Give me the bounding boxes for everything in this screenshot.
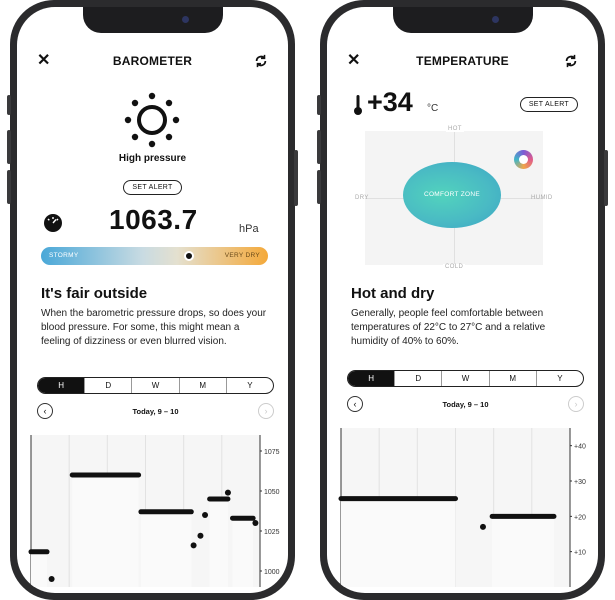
tab-year[interactable]: Y [535, 371, 583, 386]
sync-icon[interactable] [254, 54, 268, 68]
y-tick-label: 1050 [264, 489, 280, 496]
data-point [197, 532, 204, 539]
y-tick-label: +10 [574, 550, 586, 557]
set-alert-button[interactable]: SET ALERT [519, 97, 578, 112]
volume-down-button [317, 170, 321, 204]
gauge-icon [44, 214, 62, 232]
barometer-top-bar: ✕ BAROMETER [37, 51, 268, 71]
barometer-screen: ✕ BAROMETER High pressure SET ALERT 1063… [17, 7, 288, 593]
range-tabs: H D W M Y [37, 377, 274, 394]
current-position-marker [514, 150, 533, 169]
y-tick-label: 1000 [264, 569, 280, 576]
segment-fill [31, 551, 48, 587]
prev-arrow-icon[interactable]: ‹ [37, 403, 53, 419]
volume-up-button [7, 130, 11, 164]
data-point [48, 576, 55, 582]
prev-arrow-icon[interactable]: ‹ [347, 396, 363, 412]
sync-icon[interactable] [564, 54, 578, 68]
segment-fill [492, 516, 554, 587]
power-button [604, 150, 608, 206]
pressure-chart: 1075 1050 1025 1000 [28, 435, 280, 587]
data-point [224, 489, 231, 496]
segment-fill [72, 475, 139, 587]
y-tick-label: +20 [574, 514, 586, 521]
matrix-humid-label: HUMID [531, 195, 553, 201]
condition-label: High pressure [118, 153, 187, 164]
phone-temperature: ✕ TEMPERATURE +34 °C SET ALERT HOT COLD … [317, 0, 608, 600]
segment-fill [232, 518, 254, 587]
y-tick-label: +30 [574, 479, 586, 486]
next-arrow-icon[interactable]: › [568, 396, 584, 412]
data-point [202, 512, 209, 518]
range-tabs: H D W M Y [347, 370, 584, 387]
sun-icon [124, 92, 180, 148]
front-camera [181, 16, 189, 23]
temperature-chart: +40 +30 +20 +10 [338, 428, 586, 587]
y-tick-label: 1075 [264, 449, 280, 456]
temperature-screen: ✕ TEMPERATURE +34 °C SET ALERT HOT COLD … [327, 7, 598, 593]
close-icon[interactable]: ✕ [347, 53, 361, 69]
temperature-top-bar: ✕ TEMPERATURE [347, 51, 578, 71]
date-nav: ‹ Today, 9 – 10 › [37, 403, 274, 419]
segment-fill [209, 499, 228, 587]
scale-indicator [183, 251, 194, 261]
page-title: BAROMETER [112, 54, 193, 68]
page-title: TEMPERATURE [416, 54, 509, 68]
data-point [479, 523, 486, 530]
tab-week[interactable]: W [441, 371, 488, 386]
y-tick-label: 1025 [264, 529, 280, 536]
pressure-scale: STORMY VERY DRY [41, 247, 268, 265]
matrix-dry-label: DRY [355, 195, 369, 201]
matrix-hot-label: HOT [446, 126, 464, 132]
status-heading: Hot and dry [351, 285, 435, 302]
power-button [294, 150, 298, 206]
status-description: When the barometric pressure drops, so d… [41, 308, 267, 347]
date-nav: ‹ Today, 9 – 10 › [347, 396, 584, 412]
tab-hour[interactable]: H [38, 378, 85, 393]
tab-year[interactable]: Y [225, 378, 273, 393]
pressure-unit: hPa [239, 223, 259, 235]
close-icon[interactable]: ✕ [37, 53, 51, 69]
segment-fill [140, 511, 192, 587]
volume-up-button [317, 130, 321, 164]
tab-month[interactable]: M [178, 378, 226, 393]
pressure-reading: 1063.7 [109, 204, 198, 235]
thermometer-icon [354, 95, 362, 115]
status-heading: It's fair outside [41, 285, 148, 302]
tab-month[interactable]: M [488, 371, 536, 386]
date-label: Today, 9 – 10 [132, 406, 179, 416]
y-tick-label: +40 [574, 444, 586, 451]
segment-fill [341, 498, 456, 587]
set-alert-button[interactable]: SET ALERT [123, 180, 182, 195]
volume-down-button [7, 170, 11, 204]
tab-day[interactable]: D [394, 371, 441, 386]
notch [392, 7, 533, 33]
data-point [252, 520, 259, 526]
front-camera [491, 16, 499, 23]
side-button [7, 95, 11, 115]
scale-right-label: VERY DRY [224, 252, 260, 259]
temperature-unit: °C [427, 103, 439, 114]
status-description: Generally, people feel comfortable betwe… [351, 308, 546, 347]
side-button [317, 95, 321, 115]
comfort-zone: COMFORT ZONE [403, 162, 501, 228]
tab-week[interactable]: W [131, 378, 178, 393]
phone-barometer: ✕ BAROMETER High pressure SET ALERT 1063… [7, 0, 298, 600]
tab-day[interactable]: D [84, 378, 131, 393]
data-point [190, 542, 197, 549]
scale-left-label: STORMY [49, 252, 79, 259]
next-arrow-icon[interactable]: › [258, 403, 274, 419]
matrix-cold-label: COLD [443, 264, 466, 270]
date-label: Today, 9 – 10 [442, 399, 489, 409]
tab-hour[interactable]: H [348, 371, 395, 386]
notch [82, 7, 223, 33]
temperature-reading: +34 [367, 87, 413, 117]
